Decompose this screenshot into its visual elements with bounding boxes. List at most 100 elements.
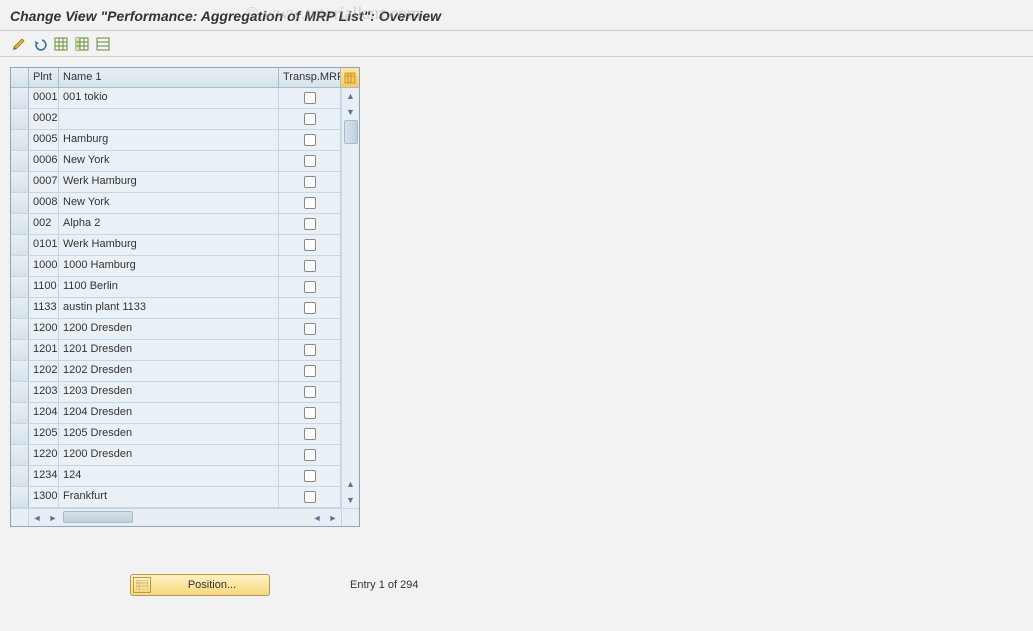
row-selector[interactable] <box>11 88 29 108</box>
cell-name1[interactable]: 1200 Dresden <box>59 319 279 339</box>
select-all-button[interactable] <box>52 35 70 53</box>
cell-plnt[interactable]: 0101 <box>29 235 59 255</box>
cell-name1[interactable]: 1100 Berlin <box>59 277 279 297</box>
row-selector[interactable] <box>11 256 29 276</box>
scroll-down-button-inner[interactable]: ▼ <box>342 104 359 120</box>
cell-name1[interactable]: 124 <box>59 466 279 486</box>
row-selector[interactable] <box>11 466 29 486</box>
transp-checkbox[interactable] <box>304 344 316 356</box>
cell-name1[interactable]: Frankfurt <box>59 487 279 507</box>
cell-name1[interactable]: 1204 Dresden <box>59 403 279 423</box>
transp-checkbox[interactable] <box>304 449 316 461</box>
row-selector[interactable] <box>11 424 29 444</box>
cell-plnt[interactable]: 0007 <box>29 172 59 192</box>
cell-name1[interactable]: 1201 Dresden <box>59 340 279 360</box>
transp-checkbox[interactable] <box>304 134 316 146</box>
cell-plnt[interactable]: 1133 <box>29 298 59 318</box>
row-selector[interactable] <box>11 403 29 423</box>
transp-checkbox[interactable] <box>304 281 316 293</box>
row-selector[interactable] <box>11 130 29 150</box>
transp-checkbox[interactable] <box>304 302 316 314</box>
cell-name1[interactable]: 1200 Dresden <box>59 445 279 465</box>
transp-checkbox[interactable] <box>304 155 316 167</box>
cell-plnt[interactable]: 0005 <box>29 130 59 150</box>
transp-checkbox[interactable] <box>304 365 316 377</box>
cell-name1[interactable]: Werk Hamburg <box>59 235 279 255</box>
row-selector[interactable] <box>11 277 29 297</box>
v-scroll-thumb[interactable] <box>344 120 358 144</box>
cell-name1[interactable]: 001 tokio <box>59 88 279 108</box>
cell-name1[interactable]: austin plant 1133 <box>59 298 279 318</box>
cell-plnt[interactable]: 0001 <box>29 88 59 108</box>
column-header-plnt[interactable]: Plnt <box>29 68 59 87</box>
row-selector[interactable] <box>11 214 29 234</box>
row-selector[interactable] <box>11 361 29 381</box>
save-layout-button[interactable] <box>73 35 91 53</box>
cell-name1[interactable]: Hamburg <box>59 130 279 150</box>
cell-plnt[interactable]: 0002 <box>29 109 59 129</box>
cell-name1[interactable]: 1000 Hamburg <box>59 256 279 276</box>
cell-plnt[interactable]: 1220 <box>29 445 59 465</box>
scroll-left-button[interactable]: ◄ <box>29 509 45 526</box>
transp-checkbox[interactable] <box>304 218 316 230</box>
scroll-down-button[interactable]: ▼ <box>342 492 359 508</box>
undo-button[interactable] <box>31 35 49 53</box>
cell-name1[interactable]: Werk Hamburg <box>59 172 279 192</box>
cell-plnt[interactable]: 1204 <box>29 403 59 423</box>
cell-plnt[interactable]: 1234 <box>29 466 59 486</box>
cell-plnt[interactable]: 1000 <box>29 256 59 276</box>
transp-checkbox[interactable] <box>304 92 316 104</box>
cell-name1[interactable]: 1205 Dresden <box>59 424 279 444</box>
cell-plnt[interactable]: 002 <box>29 214 59 234</box>
transp-checkbox[interactable] <box>304 113 316 125</box>
cell-name1[interactable]: New York <box>59 193 279 213</box>
transp-checkbox[interactable] <box>304 323 316 335</box>
row-selector-header[interactable] <box>11 68 29 87</box>
row-selector[interactable] <box>11 298 29 318</box>
transp-checkbox[interactable] <box>304 386 316 398</box>
row-selector[interactable] <box>11 172 29 192</box>
transp-checkbox[interactable] <box>304 239 316 251</box>
scroll-left-button-2[interactable]: ◄ <box>309 509 325 526</box>
v-scroll-track[interactable] <box>342 120 359 476</box>
row-selector[interactable] <box>11 151 29 171</box>
cell-plnt[interactable]: 1300 <box>29 487 59 507</box>
transp-checkbox[interactable] <box>304 470 316 482</box>
h-scroll-thumb[interactable] <box>63 511 133 523</box>
row-selector[interactable] <box>11 235 29 255</box>
scroll-up-button[interactable]: ▲ <box>342 88 359 104</box>
transp-checkbox[interactable] <box>304 428 316 440</box>
cell-name1[interactable]: New York <box>59 151 279 171</box>
cell-name1[interactable]: 1203 Dresden <box>59 382 279 402</box>
transp-checkbox[interactable] <box>304 491 316 503</box>
cell-name1[interactable]: Alpha 2 <box>59 214 279 234</box>
transp-checkbox[interactable] <box>304 260 316 272</box>
row-selector[interactable] <box>11 445 29 465</box>
position-button[interactable]: Position... <box>130 574 270 596</box>
cell-plnt[interactable]: 1202 <box>29 361 59 381</box>
cell-plnt[interactable]: 0006 <box>29 151 59 171</box>
cell-plnt[interactable]: 1200 <box>29 319 59 339</box>
row-selector[interactable] <box>11 487 29 507</box>
table-settings-button[interactable] <box>341 68 359 87</box>
deselect-all-button[interactable] <box>94 35 112 53</box>
cell-plnt[interactable]: 1100 <box>29 277 59 297</box>
cell-plnt[interactable]: 0008 <box>29 193 59 213</box>
row-selector[interactable] <box>11 193 29 213</box>
row-selector[interactable] <box>11 319 29 339</box>
scroll-right-button[interactable]: ► <box>325 509 341 526</box>
transp-checkbox[interactable] <box>304 407 316 419</box>
cell-name1[interactable]: 1202 Dresden <box>59 361 279 381</box>
row-selector[interactable] <box>11 109 29 129</box>
cell-plnt[interactable]: 1205 <box>29 424 59 444</box>
h-scroll-track[interactable] <box>61 509 309 526</box>
column-header-transp[interactable]: Transp.MRP <box>279 68 341 87</box>
scroll-right-button-inner[interactable]: ► <box>45 509 61 526</box>
cell-plnt[interactable]: 1201 <box>29 340 59 360</box>
change-mode-button[interactable] <box>10 35 28 53</box>
scroll-up-button-2[interactable]: ▲ <box>342 476 359 492</box>
row-selector[interactable] <box>11 340 29 360</box>
transp-checkbox[interactable] <box>304 197 316 209</box>
cell-plnt[interactable]: 1203 <box>29 382 59 402</box>
transp-checkbox[interactable] <box>304 176 316 188</box>
